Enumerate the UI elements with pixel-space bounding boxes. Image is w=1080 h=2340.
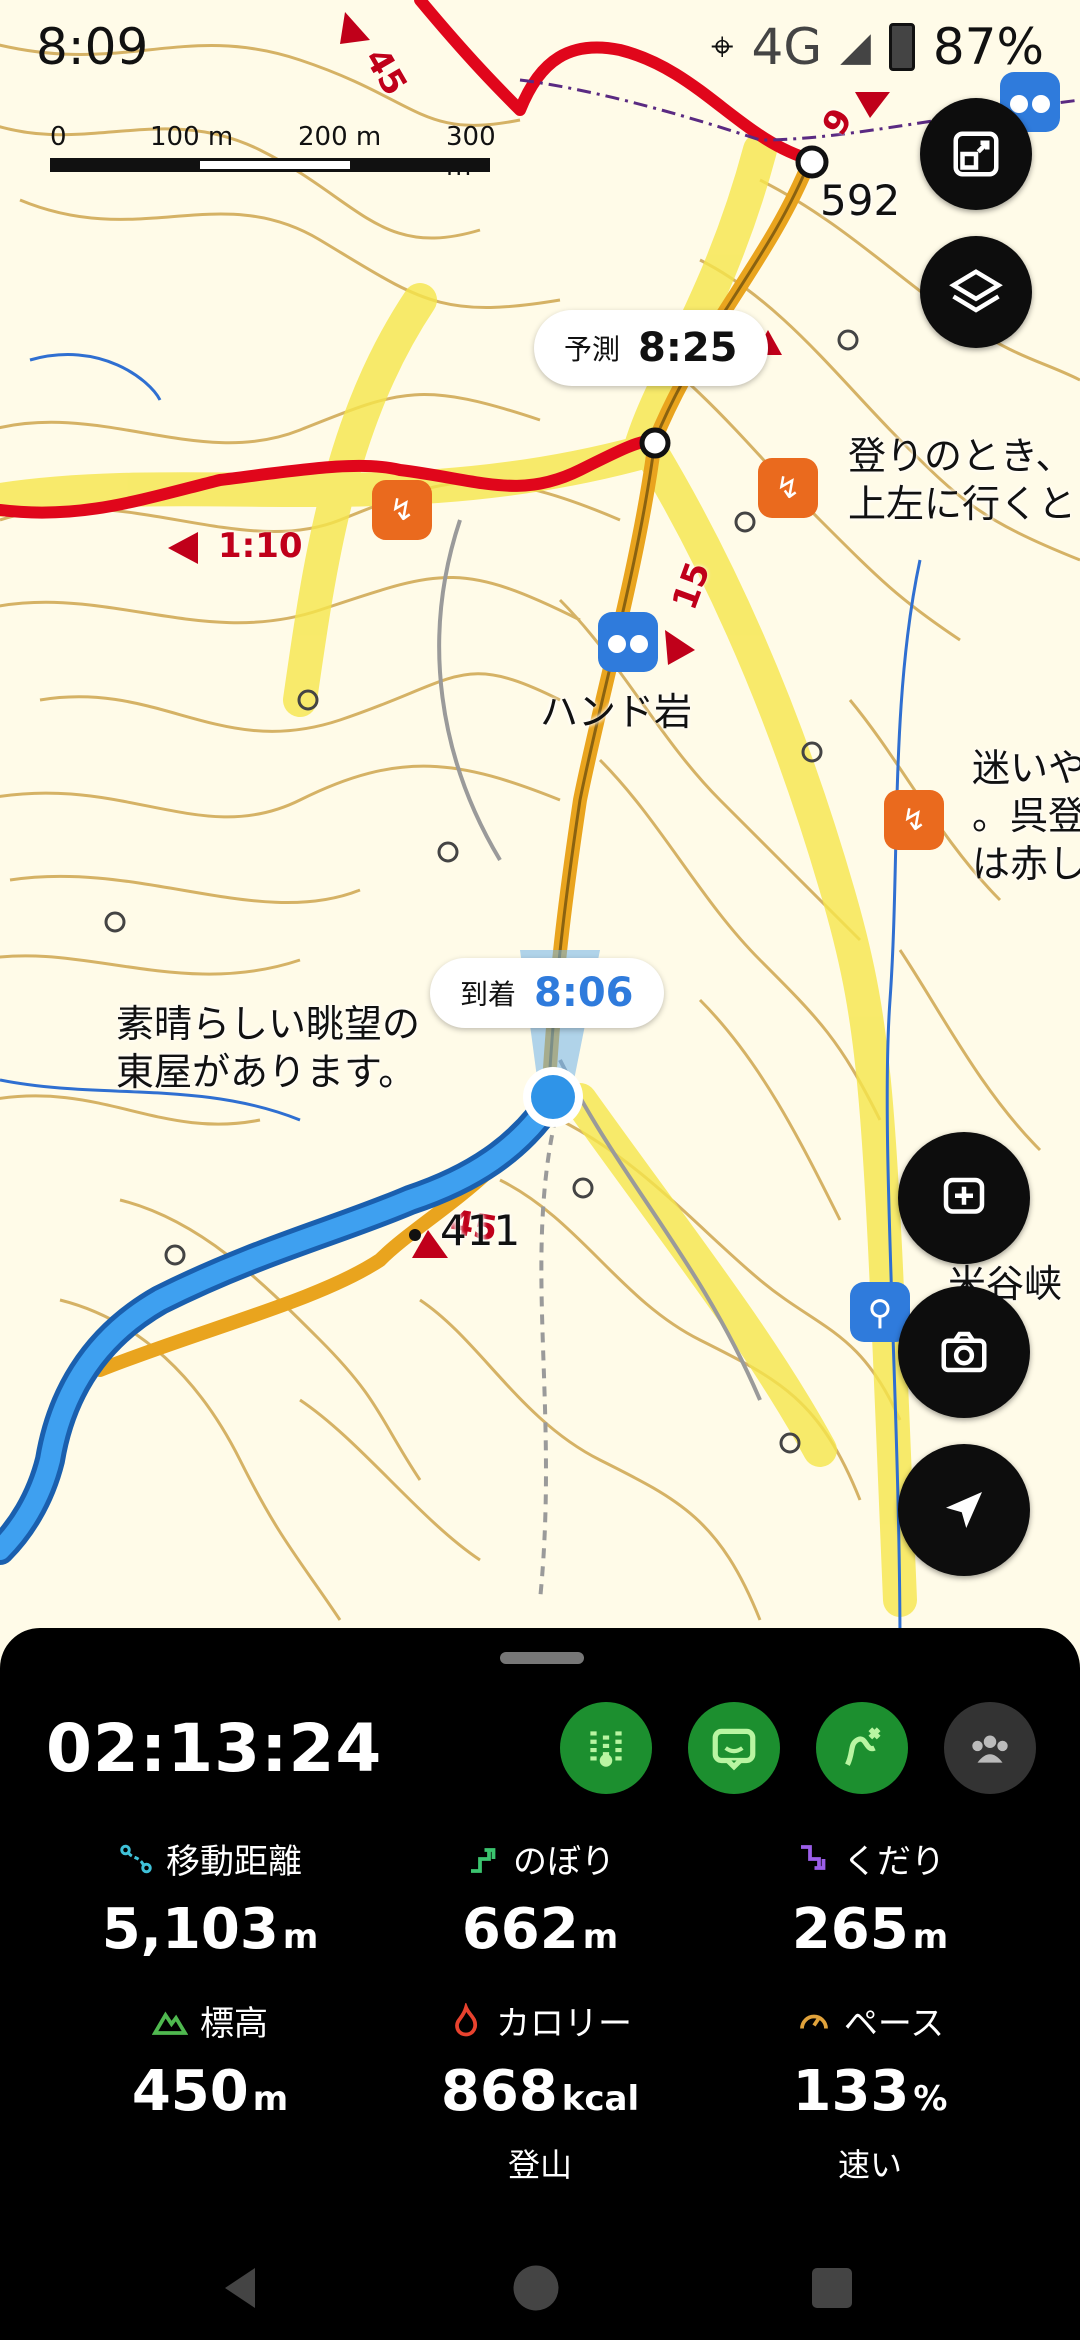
recents-icon[interactable] (802, 2258, 862, 2318)
elapsed-time: 02:13:24 (46, 1710, 383, 1787)
stat-unit: m (252, 2079, 289, 2119)
stat-sub: 登山 (507, 2146, 572, 2184)
note-label-lost[interactable]: 迷いや 。呉登 は赤し (972, 744, 1080, 888)
stat-descent: くだり 265 m (690, 1834, 1050, 1962)
svg-text:↯: ↯ (775, 471, 800, 506)
trail-junction-icon-3: ↯ (884, 790, 944, 850)
elevation-label: 411 (440, 1206, 521, 1255)
forecast-time-bubble[interactable]: 予測 8:25 (534, 310, 768, 386)
place-label-hand-rock[interactable]: ハンド岩 (540, 688, 692, 736)
stat-value: 265 (791, 1897, 909, 1962)
stat-value: 5,103 (101, 1897, 279, 1962)
add-memo-button[interactable] (898, 1132, 1030, 1264)
descent-icon (801, 1844, 826, 1870)
stat-ascent: のぼり 662 m (360, 1834, 720, 1962)
signal-icon: ◢ (840, 24, 871, 70)
stat-label: のぼり (513, 1842, 615, 1882)
battery-percent: 87% (932, 18, 1044, 76)
waypoint-forecast (639, 427, 671, 459)
forecast-label: 予測 (564, 333, 621, 366)
waypoint-592 (795, 145, 829, 179)
stat-calories: カロリー 868 kcal 登山 (360, 1996, 720, 2186)
stat-label: カロリー (496, 2004, 632, 2044)
elevation-graph-button[interactable] (560, 1702, 652, 1794)
scale-label: 300 m (446, 122, 496, 182)
arrival-time-bubble[interactable]: 到着 8:06 (430, 958, 664, 1028)
elevation-label: 592 (820, 176, 901, 225)
add-note-icon (943, 1177, 985, 1214)
route-icon (845, 1727, 881, 1766)
stat-value: 133 (792, 2059, 910, 2124)
clock: 8:09 (36, 18, 149, 76)
chat-face-icon (712, 1728, 756, 1771)
arrival-time: 8:06 (534, 970, 634, 1016)
distance-icon (120, 1844, 152, 1873)
svg-text:⚲: ⚲ (868, 1293, 893, 1333)
forecast-time: 8:25 (638, 325, 738, 371)
trail-junction-icon: ↯ (372, 480, 432, 540)
stat-value: 868 (440, 2059, 558, 2124)
stat-value: 450 (131, 2059, 249, 2124)
battery-icon (888, 23, 915, 71)
group-members-button[interactable] (944, 1702, 1036, 1794)
stat-unit: % (913, 2079, 948, 2119)
home-icon[interactable] (506, 2258, 566, 2318)
scale-label: 0 (50, 122, 67, 152)
speedometer-icon (799, 2014, 828, 2029)
stat-distance: 移動距離 5,103 m (30, 1834, 390, 1962)
stat-unit: kcal (561, 2079, 640, 2119)
status-bar: 8:09 ⌖ 4G ◢ 87% (36, 14, 1044, 84)
group-icon (972, 1735, 1008, 1763)
stat-pace: ペース 133% 速い (690, 1996, 1050, 2186)
flame-icon (455, 2002, 478, 2036)
stat-altitude: 標高 450 m (30, 1996, 390, 2124)
svg-text:↯: ↯ (389, 493, 414, 528)
stat-unit: m (582, 1917, 619, 1957)
viewpoint-icon (598, 612, 658, 672)
course-time-label: 1:10 (218, 526, 303, 566)
arrival-label: 到着 (460, 978, 517, 1011)
stat-label: 移動距離 (166, 1842, 302, 1882)
topographic-map[interactable]: ↯ ↯ ↯ ⚲ (0, 0, 1080, 1650)
route-course-button[interactable] (816, 1702, 908, 1794)
camera-button[interactable] (898, 1286, 1030, 1418)
stat-value: 662 (461, 1897, 579, 1962)
stat-label: ペース (843, 2004, 945, 2044)
scale-label: 100 m (150, 122, 234, 152)
stat-sub: 速い (837, 2146, 902, 2184)
network-type: 4G (751, 18, 823, 76)
note-label-view[interactable]: 素晴らしい眺望の 東屋があります。 (116, 1000, 420, 1096)
stat-label: 標高 (200, 2004, 268, 2044)
location-icon: ⌖ (711, 24, 734, 70)
activity-panel: 02:13:24 移動距離 5,103 m のぼり 662 m くだり 265 m 標… (0, 1628, 1080, 2340)
layers-icon (949, 269, 1003, 313)
drag-handle[interactable] (500, 1652, 584, 1664)
waypoint-411 (409, 1229, 421, 1241)
elevation-profile-icon (590, 1731, 622, 1767)
navigation-arrow-icon (946, 1492, 982, 1528)
trail-junction-icon-2: ↯ (758, 458, 818, 518)
system-nav-bar (0, 2246, 1080, 2336)
stat-label: くだり (843, 1842, 945, 1882)
memo-list-button[interactable] (688, 1702, 780, 1794)
ascent-icon (471, 1847, 496, 1873)
back-icon[interactable] (210, 2258, 270, 2318)
expand-icon (953, 131, 999, 177)
note-label-climb[interactable]: 登りのとき、 上左に行くと (848, 432, 1076, 528)
stat-unit: m (912, 1917, 949, 1957)
svg-text:↯: ↯ (901, 803, 926, 838)
fullscreen-button[interactable] (920, 98, 1032, 210)
camera-icon (941, 1331, 987, 1373)
scale-label: 200 m (298, 122, 382, 152)
map-layers-button[interactable] (920, 236, 1032, 348)
scale-bar: 0 100 m 200 m 300 m (50, 122, 520, 182)
my-location-button[interactable] (898, 1444, 1030, 1576)
stat-unit: m (282, 1917, 319, 1957)
mountain-icon (152, 2010, 188, 2035)
